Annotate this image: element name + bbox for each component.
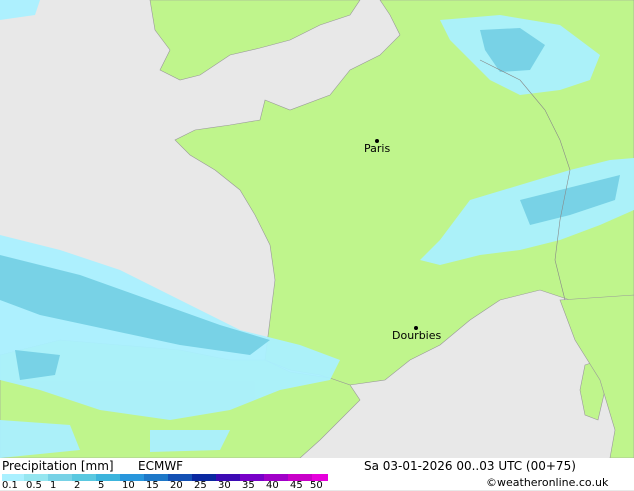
credit-link[interactable]: ©weatheronline.co.uk bbox=[486, 476, 608, 489]
legend-tick: 50 bbox=[310, 480, 323, 491]
legend-tick: 30 bbox=[218, 480, 231, 491]
legend-tick: 2 bbox=[74, 480, 81, 491]
legend-tick: 0.1 bbox=[2, 480, 18, 491]
legend-tick: 1 bbox=[50, 480, 57, 491]
weather-map-view: Paris Dourbies Precipitation [mm] ECMWF … bbox=[0, 0, 634, 491]
legend-tick: 25 bbox=[194, 480, 207, 491]
legend-tick: 20 bbox=[170, 480, 183, 491]
legend-bar: Precipitation [mm] ECMWF Sa 03-01-2026 0… bbox=[0, 458, 634, 491]
legend-tick: 0.5 bbox=[26, 480, 42, 491]
valid-time: Sa 03-01-2026 00..03 UTC (00+75) bbox=[364, 459, 576, 473]
legend-tick: 10 bbox=[122, 480, 135, 491]
model-name: ECMWF bbox=[138, 459, 184, 473]
legend-tick: 40 bbox=[266, 480, 279, 491]
legend-tick: 35 bbox=[242, 480, 255, 491]
precipitation-map bbox=[0, 0, 634, 458]
legend-tick: 5 bbox=[98, 480, 105, 491]
city-label-dourbies: Dourbies bbox=[392, 329, 442, 342]
map-title: Precipitation [mm] bbox=[2, 459, 114, 473]
legend-tick: 45 bbox=[290, 480, 303, 491]
legend-tick: 15 bbox=[146, 480, 159, 491]
city-label-paris: Paris bbox=[364, 142, 391, 155]
